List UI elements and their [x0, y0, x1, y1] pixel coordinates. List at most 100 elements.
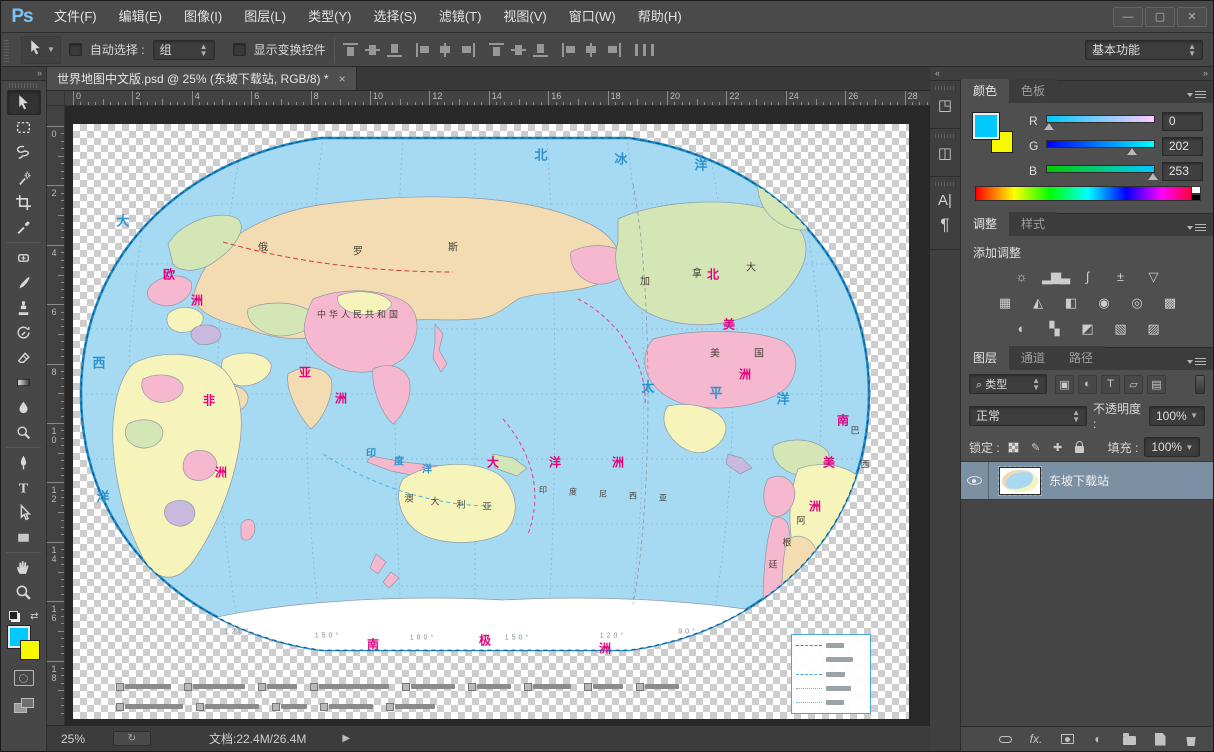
link-layers-icon[interactable] [997, 731, 1013, 747]
history-panel-icon[interactable]: ◳ [934, 96, 956, 114]
levels-icon[interactable]: ▂▆▃ [1042, 268, 1066, 286]
shape-layer-filter-icon[interactable]: ▱ [1124, 375, 1143, 394]
history-brush-tool[interactable] [7, 320, 41, 345]
menu-帮助[interactable]: 帮助(H) [627, 1, 693, 33]
menu-编辑[interactable]: 编辑(E) [108, 1, 173, 33]
document-image[interactable]: 北冰洋大西洋太平洋印度洋欧洲亚洲非洲北美洲南美洲大洋洲南极洲俄罗斯中华人民共和国… [73, 124, 909, 719]
selective-color-icon[interactable]: ▨ [1141, 320, 1165, 338]
tab-路径[interactable]: 路径 [1057, 346, 1105, 370]
new-layer-icon[interactable] [1152, 731, 1168, 747]
distribute-right-icon[interactable] [606, 43, 621, 57]
status-scrubber-icon[interactable]: ↻ [113, 731, 151, 746]
invert-icon[interactable]: ◐ [1009, 320, 1033, 338]
G-slider[interactable] [1046, 139, 1155, 153]
align-left-icon[interactable] [416, 43, 431, 57]
distribute-top-icon[interactable] [489, 43, 504, 57]
distribute-vcenter-icon[interactable] [511, 43, 526, 57]
lock-image-pixels-icon[interactable]: ✎ [1028, 439, 1044, 455]
eyedropper-tool[interactable] [7, 215, 41, 240]
zoom-tool[interactable] [7, 580, 41, 605]
quick-mask-button[interactable] [14, 670, 34, 686]
rectangular-marquee-tool[interactable] [7, 115, 41, 140]
ruler-corner[interactable] [47, 91, 65, 106]
align-top-icon[interactable] [343, 43, 358, 57]
gradient-map-icon[interactable]: ▧ [1108, 320, 1132, 338]
status-menu-arrow[interactable]: ▶ [342, 733, 350, 744]
R-value-field[interactable]: 0 [1162, 112, 1203, 131]
tab-调整[interactable]: 调整 [961, 212, 1009, 236]
smart-object-filter-icon[interactable]: ▤ [1147, 375, 1166, 394]
dodge-tool[interactable] [7, 420, 41, 445]
B-value-field[interactable]: 253 [1162, 162, 1203, 181]
color-lookup-icon[interactable]: ▩ [1158, 294, 1182, 312]
canvas[interactable]: 北冰洋大西洋太平洋印度洋欧洲亚洲非洲北美洲南美洲大洋洲南极洲俄罗斯中华人民共和国… [65, 106, 930, 725]
fill-dropdown[interactable]: 100% ▼ [1144, 437, 1200, 457]
screen-mode-button[interactable] [14, 698, 34, 713]
magic-wand-tool[interactable] [7, 165, 41, 190]
tab-通道[interactable]: 通道 [1009, 346, 1057, 370]
adjustment-layer-filter-icon[interactable]: ◐ [1078, 375, 1097, 394]
tab-色板[interactable]: 色板 [1009, 79, 1057, 103]
align-vcenter-icon[interactable] [365, 43, 380, 57]
layers-panel-menu-icon[interactable] [1187, 358, 1213, 370]
color-spectrum-ramp[interactable] [975, 186, 1201, 201]
workspace-switcher[interactable]: 基本功能 ▲ ▼ [1085, 40, 1203, 60]
posterize-icon[interactable]: ▚ [1042, 320, 1066, 338]
blur-tool[interactable] [7, 395, 41, 420]
tab-图层[interactable]: 图层 [961, 346, 1009, 370]
G-value-field[interactable]: 202 [1162, 137, 1203, 156]
document-tab[interactable]: 世界地图中文版.psd @ 25% (东坡下载站, RGB/8) * × [47, 67, 357, 90]
hand-tool[interactable] [7, 555, 41, 580]
tools-collapse-button[interactable]: » [1, 67, 46, 81]
black-chip[interactable] [1191, 194, 1201, 202]
opacity-dropdown[interactable]: 100% ▼ [1149, 406, 1205, 426]
lock-position-icon[interactable]: ✚ [1050, 439, 1066, 455]
new-adjustment-layer-icon[interactable]: ◐ [1090, 731, 1106, 747]
vibrance-icon[interactable]: ▽ [1141, 268, 1165, 286]
brightness-contrast-icon[interactable]: ☼ [1009, 268, 1033, 286]
properties-panel-icon[interactable]: ◫ [934, 144, 956, 162]
menu-选择[interactable]: 选择(S) [362, 1, 427, 33]
photo-filter-icon[interactable]: ◉ [1092, 294, 1116, 312]
layer-name[interactable]: 东坡下载站 [1049, 472, 1109, 489]
foreground-color-swatch[interactable] [973, 113, 999, 139]
exposure-icon[interactable]: ± [1108, 268, 1132, 286]
move-tool[interactable] [7, 90, 41, 115]
panels-collapse-icon[interactable]: » [1203, 67, 1208, 80]
menu-视图[interactable]: 视图(V) [492, 1, 557, 33]
layer-thumbnail[interactable] [999, 467, 1041, 495]
white-chip[interactable] [1191, 186, 1201, 194]
lock-transparent-pixels-icon[interactable] [1006, 439, 1022, 455]
type-layer-filter-icon[interactable]: T [1101, 375, 1120, 394]
black-white-icon[interactable]: ◧ [1059, 294, 1083, 312]
tab-样式[interactable]: 样式 [1009, 212, 1057, 236]
add-layer-mask-icon[interactable] [1059, 731, 1075, 747]
character-panel-icon[interactable]: A| [934, 192, 956, 209]
paragraph-panel-icon[interactable]: ¶ [934, 215, 956, 235]
lock-all-icon[interactable] [1072, 439, 1088, 455]
auto-select-dropdown[interactable]: 组 ▲ ▼ [153, 40, 215, 60]
distribute-bottom-icon[interactable] [533, 43, 548, 57]
curves-icon[interactable]: ∫ [1075, 268, 1099, 286]
layer-row[interactable]: 东坡下载站 [961, 462, 1213, 500]
type-tool[interactable]: T [7, 475, 41, 500]
layer-style-icon[interactable]: fx. [1028, 731, 1044, 747]
eraser-tool[interactable] [7, 345, 41, 370]
layer-filter-type-dropdown[interactable]: ⌕ 类型 ▲ ▼ [969, 374, 1047, 394]
color-balance-icon[interactable]: ◭ [1026, 294, 1050, 312]
pixel-layer-filter-icon[interactable]: ▣ [1055, 375, 1074, 394]
menu-图层[interactable]: 图层(L) [233, 1, 297, 33]
adjustments-panel-menu-icon[interactable] [1187, 224, 1213, 236]
distribute-hcenter-icon[interactable] [584, 43, 599, 57]
clone-stamp-tool[interactable] [7, 295, 41, 320]
menu-滤镜[interactable]: 滤镜(T) [428, 1, 493, 33]
new-group-icon[interactable] [1121, 731, 1137, 747]
rectangle-shape-tool[interactable] [7, 525, 41, 550]
menu-类型[interactable]: 类型(Y) [297, 1, 362, 33]
layer-filter-toggle[interactable] [1195, 375, 1205, 394]
align-hcenter-icon[interactable] [438, 43, 453, 57]
hue-saturation-icon[interactable]: ▦ [993, 294, 1017, 312]
crop-tool[interactable] [7, 190, 41, 215]
brush-tool[interactable] [7, 270, 41, 295]
lasso-tool[interactable] [7, 140, 41, 165]
